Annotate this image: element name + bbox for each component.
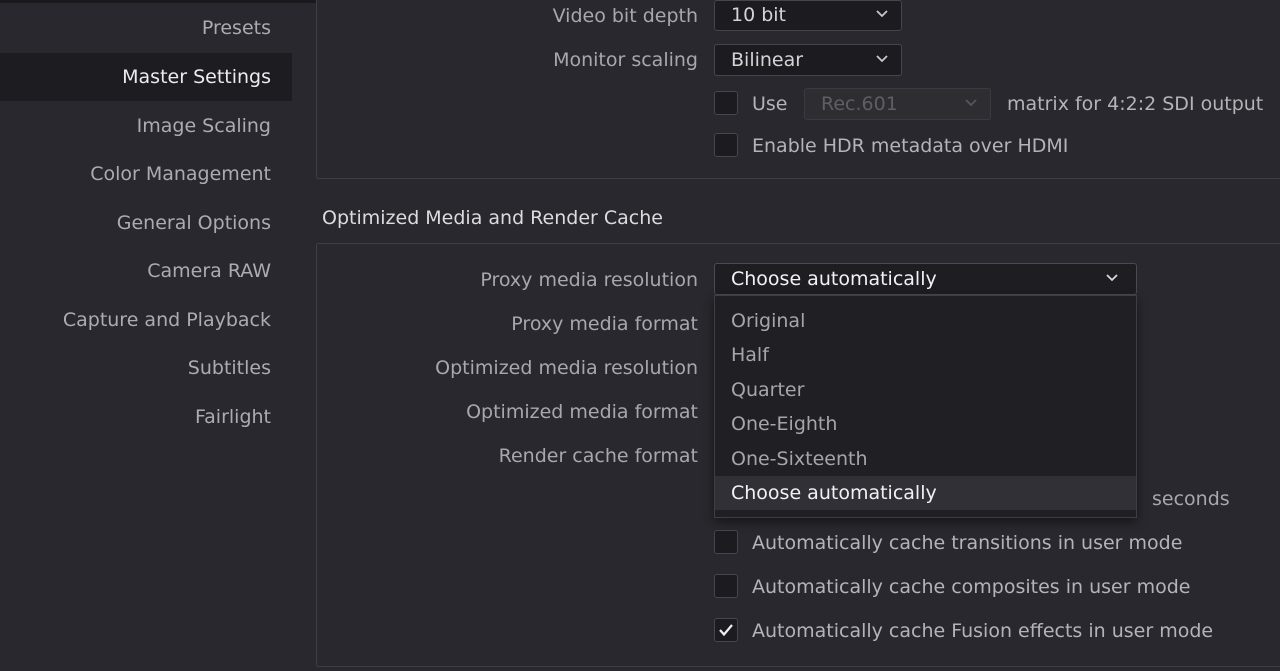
sdi-matrix-value: Rec.601 bbox=[821, 93, 898, 115]
dropdown-option-original[interactable]: Original bbox=[715, 304, 1136, 338]
sidebar-item-presets[interactable]: Presets bbox=[0, 4, 292, 52]
video-bit-depth-value: 10 bit bbox=[731, 4, 787, 26]
cache-composites-checkbox[interactable] bbox=[714, 574, 738, 598]
dropdown-option-choose-automatically[interactable]: Choose automatically bbox=[715, 476, 1136, 510]
chevron-down-icon bbox=[875, 9, 889, 19]
dropdown-option-one-sixteenth[interactable]: One-Sixteenth bbox=[715, 442, 1136, 476]
video-bit-depth-select[interactable]: 10 bit bbox=[714, 0, 902, 31]
cache-transitions-label: Automatically cache transitions in user … bbox=[752, 532, 1183, 554]
sidebar-item-fairlight[interactable]: Fairlight bbox=[0, 393, 292, 441]
cache-transitions-checkbox[interactable] bbox=[714, 530, 738, 554]
sidebar-item-master-settings[interactable]: Master Settings bbox=[0, 53, 292, 101]
monitor-scaling-value: Bilinear bbox=[731, 49, 804, 71]
monitor-scaling-select[interactable]: Bilinear bbox=[714, 44, 902, 76]
chevron-down-icon bbox=[875, 54, 889, 64]
proxy-media-resolution-dropdown: Original Half Quarter One-Eighth One-Six… bbox=[714, 295, 1137, 518]
video-bit-depth-label: Video bit depth bbox=[552, 5, 698, 27]
dropdown-option-quarter[interactable]: Quarter bbox=[715, 373, 1136, 407]
dropdown-option-one-eighth[interactable]: One-Eighth bbox=[715, 407, 1136, 441]
sdi-matrix-select[interactable]: Rec.601 bbox=[804, 88, 991, 120]
chevron-down-icon bbox=[1105, 273, 1119, 283]
proxy-media-resolution-select[interactable]: Choose automatically bbox=[714, 263, 1137, 295]
hdr-metadata-checkbox[interactable] bbox=[714, 133, 738, 157]
sidebar-item-camera-raw[interactable]: Camera RAW bbox=[0, 247, 292, 295]
cache-fusion-checkbox[interactable] bbox=[714, 618, 738, 642]
hdr-metadata-label: Enable HDR metadata over HDMI bbox=[752, 135, 1069, 157]
optimized-media-resolution-label: Optimized media resolution bbox=[435, 357, 698, 379]
chevron-down-icon bbox=[964, 98, 978, 108]
seconds-label: seconds bbox=[1152, 488, 1230, 510]
use-matrix-suffix: matrix for 4:2:2 SDI output bbox=[1007, 93, 1264, 115]
render-cache-format-label: Render cache format bbox=[498, 445, 698, 467]
monitor-scaling-label: Monitor scaling bbox=[553, 49, 698, 71]
use-matrix-prefix: Use bbox=[752, 93, 788, 115]
dropdown-option-half[interactable]: Half bbox=[715, 338, 1136, 372]
cache-fusion-label: Automatically cache Fusion effects in us… bbox=[752, 620, 1214, 642]
settings-sidebar: Presets Master Settings Image Scaling Co… bbox=[0, 0, 292, 671]
sidebar-item-color-management[interactable]: Color Management bbox=[0, 150, 292, 198]
use-matrix-checkbox[interactable] bbox=[714, 91, 738, 115]
proxy-media-format-label: Proxy media format bbox=[511, 313, 698, 335]
checkmark-icon bbox=[719, 624, 733, 637]
section-title-optimized-media: Optimized Media and Render Cache bbox=[322, 207, 663, 229]
cache-composites-label: Automatically cache composites in user m… bbox=[752, 576, 1191, 598]
sidebar-item-general-options[interactable]: General Options bbox=[0, 199, 292, 247]
sidebar-item-capture-and-playback[interactable]: Capture and Playback bbox=[0, 296, 292, 344]
sidebar-item-subtitles[interactable]: Subtitles bbox=[0, 344, 292, 392]
optimized-media-format-label: Optimized media format bbox=[466, 401, 698, 423]
sidebar-item-image-scaling[interactable]: Image Scaling bbox=[0, 102, 292, 150]
proxy-media-resolution-label: Proxy media resolution bbox=[480, 269, 698, 291]
proxy-media-resolution-value: Choose automatically bbox=[731, 268, 937, 290]
